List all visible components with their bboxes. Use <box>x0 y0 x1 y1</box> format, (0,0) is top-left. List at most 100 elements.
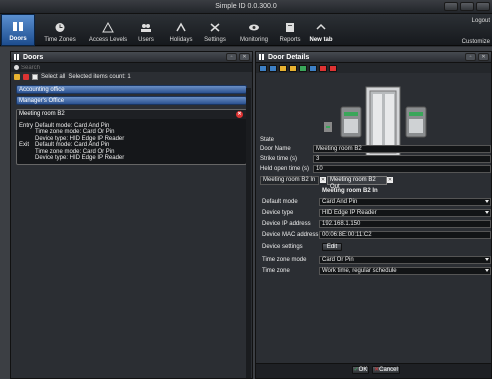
delete-icon[interactable] <box>23 74 29 80</box>
ok-label: OK <box>358 367 368 373</box>
door-icon <box>259 54 264 60</box>
reports-icon <box>286 23 294 32</box>
ip-label: Device IP address <box>262 221 311 227</box>
tab-holidays[interactable]: Holidays <box>166 14 196 46</box>
add-icon[interactable] <box>279 64 287 72</box>
cancel-button[interactable]: ✕Cancel <box>372 366 400 374</box>
timezone-select[interactable]: Work time, regular schedule <box>319 267 491 275</box>
door-name: Accounting office <box>19 87 65 93</box>
tab-time-zones-label: Time Zones <box>44 37 76 43</box>
pin-button[interactable]: ▫ <box>465 53 476 61</box>
tab-monitoring[interactable]: Monitoring <box>235 14 273 46</box>
tab-users-label: Users <box>138 37 154 43</box>
tab-reader-out[interactable]: Meeting room B2 Out <box>327 176 387 190</box>
ribbon: Doors Time Zones Access Levels Users Hol… <box>0 14 492 46</box>
door-name: Meeting room B2 <box>19 111 65 117</box>
tab-reader-in[interactable]: Meeting room B2 In <box>260 176 319 185</box>
close-tab-icon[interactable]: ✕ <box>387 177 393 183</box>
tab-access-levels[interactable]: Access Levels <box>86 14 130 46</box>
refresh-icon[interactable] <box>299 64 307 72</box>
folder-icon[interactable] <box>289 64 297 72</box>
door-icon <box>14 54 19 60</box>
device-type-label: Device type <box>262 210 294 216</box>
list-item[interactable]: Manager's Office <box>16 96 247 105</box>
edit-button[interactable]: Edit <box>322 243 342 251</box>
delete-door-icon[interactable]: ✕ <box>236 111 243 118</box>
cancel-label: Cancel <box>379 367 398 373</box>
scrollbar[interactable] <box>246 88 251 378</box>
clock-icon <box>55 23 65 32</box>
door-icon <box>13 22 23 31</box>
tab-new-tab-label: New tab <box>309 37 333 43</box>
selection-row: Select all Selected items count: 1 <box>11 72 252 82</box>
tab-settings[interactable]: Settings <box>202 14 228 46</box>
details-panel-title: Door Details <box>268 53 310 61</box>
selected-count: Selected items count: 1 <box>68 74 131 80</box>
door-details-panel: Door Details ▫ ✕ State Door Name Meeting… <box>255 51 492 379</box>
tz-mode-select[interactable]: Card Or Pin <box>319 256 491 264</box>
panel-close-button[interactable]: ✕ <box>239 53 250 61</box>
details-toolbar <box>256 63 491 73</box>
logout-link[interactable]: Logout <box>472 18 490 24</box>
forward-icon[interactable] <box>269 64 277 72</box>
state-label: State <box>260 137 275 143</box>
tab-reports-label: Reports <box>279 37 301 43</box>
tab-time-zones[interactable]: Time Zones <box>38 14 82 46</box>
monitoring-icon <box>249 24 259 31</box>
pin-button[interactable]: ▫ <box>226 53 237 61</box>
close-button[interactable] <box>476 2 490 11</box>
expanded-door-header: Meeting room B2 ✕ <box>17 110 246 119</box>
settings-icon <box>210 23 220 32</box>
door-name: Manager's Office <box>19 98 65 104</box>
maximize-button[interactable] <box>460 2 474 11</box>
add-icon[interactable] <box>14 74 20 80</box>
held-open-field[interactable]: 10 <box>313 165 491 173</box>
tab-reports[interactable]: Reports <box>277 14 303 46</box>
minimize-button[interactable] <box>444 2 458 11</box>
door-name-field[interactable]: Meeting room B2 <box>313 145 491 153</box>
save-icon[interactable] <box>309 64 317 72</box>
select-all-checkbox[interactable] <box>32 74 38 80</box>
tab-holidays-label: Holidays <box>169 37 193 43</box>
exit-line: Device type: HID Edge IP Reader <box>35 155 125 162</box>
tab-monitoring-label: Monitoring <box>239 37 268 43</box>
access-icon <box>102 22 114 33</box>
strike-time-field[interactable]: 3 <box>313 155 491 163</box>
holidays-icon <box>176 22 186 32</box>
ok-button[interactable]: ✓OK <box>352 366 369 374</box>
tab-doors[interactable]: Doors <box>1 14 35 46</box>
close-tab-icon[interactable]: ✕ <box>320 177 326 183</box>
tab-access-levels-label: Access Levels <box>88 37 128 43</box>
main-area: Doors ▫ ✕ Select all Selected items coun… <box>0 47 492 379</box>
tab-settings-label: Settings <box>204 37 226 43</box>
window-title: Simple ID 0.0.300.0 <box>215 3 277 10</box>
details-panel-header: Door Details <box>256 52 491 63</box>
newtab-icon <box>316 23 326 30</box>
reader-header: Meeting room B2 In <box>322 188 378 194</box>
list-item[interactable]: Accounting office <box>16 85 247 94</box>
doors-panel-title: Doors <box>23 53 44 61</box>
tab-new-tab[interactable]: New tab <box>306 14 336 46</box>
doors-panel: Doors ▫ ✕ Select all Selected items coun… <box>10 51 253 379</box>
tab-doors-label: Doors <box>9 36 27 42</box>
tab-users[interactable]: Users <box>134 14 158 46</box>
select-all-label: Select all <box>41 74 66 80</box>
tz-mode-label: Time zone mode <box>262 257 307 263</box>
search-icon <box>14 65 19 70</box>
timezone-label: Time zone <box>262 268 290 274</box>
delete-icon[interactable] <box>319 64 327 72</box>
tab-reader-in-label: Meeting room B2 In <box>263 177 316 183</box>
cancel-icon[interactable] <box>329 64 337 72</box>
panel-close-button[interactable]: ✕ <box>478 53 489 61</box>
search-input[interactable] <box>21 64 81 71</box>
title-bar: Simple ID 0.0.300.0 <box>0 0 492 14</box>
mac-field[interactable]: 00:06:8E:00:11:C2 <box>319 231 491 239</box>
customize-link[interactable]: Customize <box>462 39 490 45</box>
list-item-expanded[interactable]: Meeting room B2 ✕ Entry Default mode: Car… <box>16 109 247 166</box>
ip-field[interactable]: 192.168.1.150 <box>319 220 491 228</box>
device-type-select[interactable]: HID Edge IP Reader <box>319 209 491 217</box>
doors-panel-header: Doors <box>11 52 252 63</box>
back-icon[interactable] <box>259 64 267 72</box>
default-mode-select[interactable]: Card And Pin <box>319 198 491 206</box>
strike-time-label: Strike time (s) <box>260 156 298 162</box>
